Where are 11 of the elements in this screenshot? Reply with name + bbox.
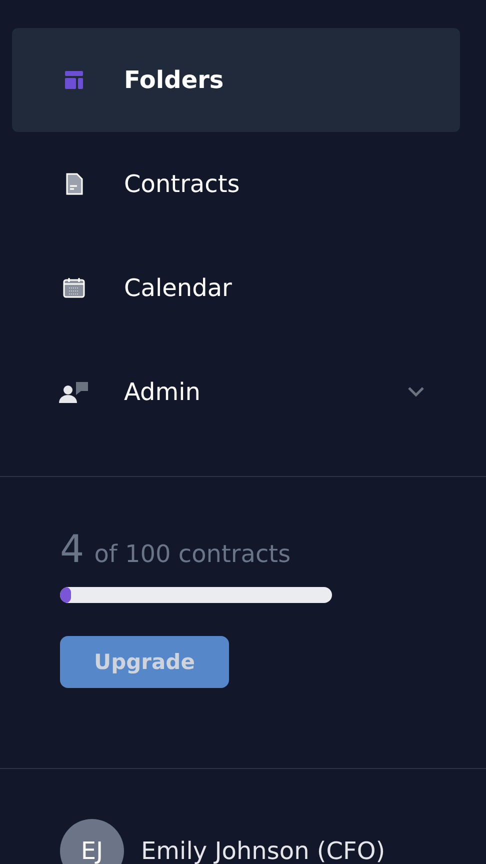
user-chat-icon <box>58 380 90 404</box>
usage-label: of 100 contracts <box>94 540 291 568</box>
nav-item[interactable]: Calendar <box>12 236 460 340</box>
layout-icon <box>62 68 86 92</box>
avatar: EJ <box>60 819 124 864</box>
user-name: Emily Johnson (CFO) <box>141 837 386 864</box>
nav-item[interactable]: Folders <box>12 28 460 132</box>
nav-item[interactable]: Contracts <box>12 132 460 236</box>
usage-count: 4 <box>60 527 84 571</box>
calendar-icon <box>62 276 86 300</box>
nav-item[interactable]: Admin <box>12 340 460 444</box>
